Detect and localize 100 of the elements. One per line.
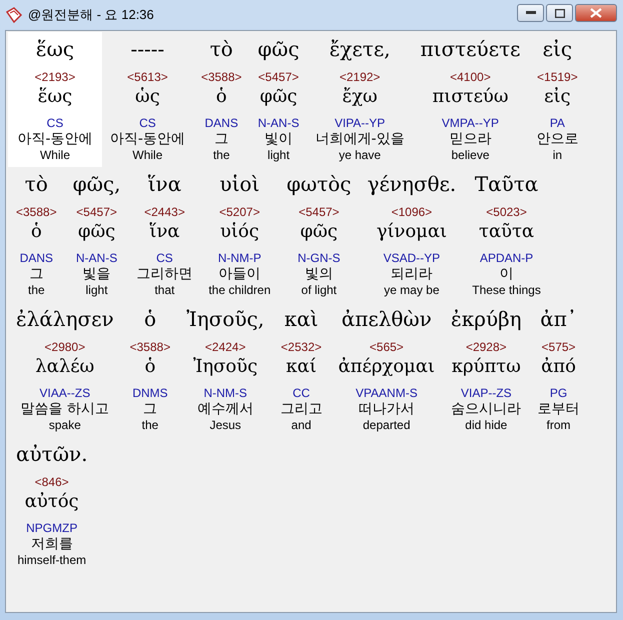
lemma: αὐτός: [24, 490, 79, 514]
morphology-code: VIAP--ZS: [460, 386, 512, 400]
strong-number: <2424>: [205, 340, 246, 354]
lemma: ταῦτα: [478, 220, 534, 244]
greek-word: ἵνα: [148, 171, 182, 198]
strong-number: <5457>: [76, 205, 118, 219]
lemma: ὡς: [135, 85, 160, 109]
korean-gloss: 빛을: [82, 265, 111, 283]
word-entry[interactable]: ----- <5613> ὡς CS 아직-동안에 While: [102, 32, 194, 167]
word-entry[interactable]: ἔχετε, <2192> ἔχω VIPA--YP 너희에게-있을 ye have: [307, 32, 412, 167]
word-entry[interactable]: πιστεύετε <4100> πιστεύω VMPA--YP 믿으라 believe: [412, 32, 528, 167]
morphology-code: VIAA--ZS: [40, 386, 90, 400]
strong-number: <846>: [34, 475, 69, 489]
lemma: φῶς: [78, 220, 116, 244]
greek-word: εἰς: [542, 36, 572, 63]
strong-number: <5023>: [486, 205, 527, 219]
lemma: ἀπέρχομαι: [338, 355, 435, 379]
maximize-button[interactable]: [546, 4, 573, 22]
morphology-code: CS: [46, 116, 64, 130]
strong-number: <5613>: [127, 70, 168, 84]
strong-number: <575>: [542, 340, 576, 354]
lemma: ὁ: [144, 355, 156, 379]
english-gloss: that: [154, 283, 175, 298]
lemma: ἀπό: [541, 355, 576, 379]
korean-gloss: 저희를: [30, 535, 73, 553]
lemma: γίνομαι: [376, 220, 447, 244]
english-gloss: While: [40, 148, 70, 163]
word-entry[interactable]: καὶ <2532> καί CC 그리고 and: [272, 302, 330, 437]
greek-word: Ἰησοῦς,: [186, 306, 264, 333]
minimize-icon: [526, 11, 536, 15]
word-entry[interactable]: εἰς <1519> εἰς PA 안으로 in: [528, 32, 586, 167]
word-entry[interactable]: φωτὸς <5457> φῶς N-GN-S 빛의 of light: [278, 167, 360, 302]
lemma: φῶς: [300, 220, 338, 244]
english-gloss: the: [213, 148, 230, 163]
greek-word: ὁ: [144, 306, 156, 333]
word-entry[interactable]: ἐκρύβη <2928> κρύπτω VIAP--ZS 숨으시니라 did hide: [442, 302, 530, 437]
korean-gloss: 아직-동안에: [17, 130, 93, 148]
korean-gloss: 빛이: [264, 130, 293, 148]
korean-gloss: 로부터: [538, 400, 580, 418]
maximize-icon: [554, 8, 564, 18]
word-entry[interactable]: τὸ <3588> ὁ DANS 그 the: [8, 167, 65, 302]
lemma: κρύπτω: [452, 355, 521, 379]
strong-number: <3588>: [130, 340, 170, 354]
window-title: @원전분해 - 요 12:36: [28, 6, 155, 24]
word-entry[interactable]: ἕως <2193> ἕως CS 아직-동안에 While: [8, 32, 102, 167]
strong-number: <5457>: [258, 70, 299, 84]
korean-gloss: 말씀을 하시고: [20, 400, 110, 418]
morphology-code: N-NM-P: [218, 251, 262, 265]
greek-word: ἀπ᾽: [540, 306, 577, 333]
morphology-code: VIPA--YP: [334, 116, 386, 130]
korean-gloss: 숨으시니라: [451, 400, 522, 418]
english-gloss: the: [142, 418, 158, 433]
minimize-button[interactable]: [517, 4, 544, 22]
greek-word: τὸ: [24, 171, 48, 198]
korean-gloss: 예수께서: [197, 400, 254, 418]
word-entry[interactable]: τὸ <3588> ὁ DANS 그 the: [193, 32, 250, 167]
word-entry[interactable]: υἱοὶ <5207> υἱός N-NM-P 아들이 the children: [200, 167, 279, 302]
word-entry[interactable]: φῶς, <5457> φῶς N-AN-S 빛을 light: [64, 167, 129, 302]
word-entry[interactable]: ἀπελθὼν <565> ἀπέρχομαι VPAANM-S 떠나가서 departed: [330, 302, 443, 437]
morphology-code: DANS: [204, 116, 238, 130]
word-entry[interactable]: ὁ <3588> ὁ DNMS 그 the: [122, 302, 178, 437]
word-entry[interactable]: ἵνα <2443> ἵνα CS 그리하면 that: [128, 167, 201, 302]
morphology-code: VPAANM-S: [356, 386, 418, 400]
word-entry[interactable]: φῶς <5457> φῶς N-AN-S 빛이 light: [250, 32, 308, 167]
korean-gloss: 되리라: [390, 265, 433, 283]
korean-gloss: 그: [29, 265, 44, 283]
english-gloss: in: [552, 148, 562, 163]
greek-word: υἱοὶ: [220, 171, 260, 198]
lemma: ἕως: [38, 85, 72, 109]
lemma: ὁ: [216, 85, 227, 109]
word-entry[interactable]: ἐλάλησεν <2980> λαλέω VIAA--ZS 말씀을 하시고 spake: [8, 302, 122, 437]
korean-gloss: 빛의: [304, 265, 333, 283]
korean-gloss: 안으로: [536, 130, 578, 148]
lemma: ἵνα: [150, 220, 180, 244]
greek-word: γένησθε.: [367, 171, 456, 198]
korean-gloss: 아들이: [218, 265, 261, 283]
close-button[interactable]: [575, 4, 617, 22]
morphology-code: N-AN-S: [258, 116, 300, 130]
word-entry[interactable]: Ἰησοῦς, <2424> Ἰησοῦς N-NM-S 예수께서 Jesus: [178, 302, 272, 437]
korean-gloss: 너희에게-있을: [315, 130, 404, 148]
english-gloss: light: [268, 148, 290, 163]
strong-number: <2443>: [144, 205, 185, 219]
morphology-code: N-GN-S: [298, 251, 340, 265]
book-icon: [5, 6, 23, 24]
greek-word: φῶς: [258, 36, 300, 63]
morphology-code: CC: [292, 386, 310, 400]
word-entry[interactable]: ἀπ᾽ <575> ἀπό PG 로부터 from: [530, 302, 588, 437]
morphology-code: N-NM-S: [204, 386, 248, 400]
greek-word: καὶ: [284, 306, 318, 333]
morphology-code: DANS: [20, 251, 54, 265]
greek-word: ἐλάλησεν: [16, 306, 114, 333]
word-entry[interactable]: γένησθε. <1096> γίνομαι VSAD--YP 되리라 ye may be: [359, 167, 464, 302]
english-gloss: of light: [301, 283, 337, 298]
greek-word: ἐκρύβη: [450, 306, 522, 333]
greek-word: ἀπελθὼν: [341, 306, 432, 333]
word-entry[interactable]: αὐτῶν. <846> αὐτός NPGMZP 저희를 himself-them: [8, 437, 96, 572]
word-entry[interactable]: Ταῦτα <5023> ταῦτα APDAN-P 이 These things: [464, 167, 549, 302]
greek-word: πιστεύετε: [420, 36, 520, 63]
lemma: εἰς: [544, 85, 571, 109]
strong-number: <2980>: [44, 340, 86, 354]
